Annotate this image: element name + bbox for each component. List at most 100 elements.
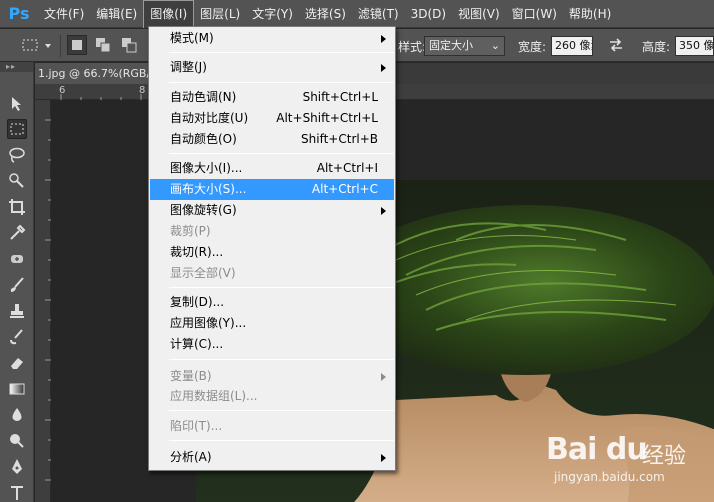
baidu-jingyan-watermark: Bai du 经验 jingyan.baidu.com	[546, 428, 712, 498]
menu-help[interactable]: 帮助(H)	[563, 0, 617, 28]
height-input[interactable]: 350 像素	[675, 36, 714, 56]
menu-item-shortcut: Alt+Shift+Ctrl+L	[276, 111, 378, 125]
menu-item-reveal-all[interactable]: 显示全部(V)	[150, 263, 394, 284]
chevron-down-icon: ⌄	[490, 39, 500, 52]
menu-item-duplicate[interactable]: 复制(D)...	[150, 292, 394, 313]
menu-3d[interactable]: 3D(D)	[405, 0, 452, 28]
photoshop-logo: Ps	[8, 4, 30, 23]
preset-dropdown-icon[interactable]	[42, 35, 54, 55]
rectangular-marquee-icon[interactable]	[7, 119, 27, 139]
menu-separator	[169, 440, 394, 441]
menu-items: 文件(F) 编辑(E) 图像(I) 图层(L) 文字(Y) 选择(S) 滤镜(T…	[38, 0, 617, 28]
vertical-ruler	[35, 100, 51, 502]
menu-item-auto-contrast[interactable]: 自动对比度(U) Alt+Shift+Ctrl+L	[150, 108, 394, 129]
blur-tool-icon[interactable]	[7, 405, 27, 425]
menu-item-shortcut: Shift+Ctrl+L	[302, 90, 378, 104]
menu-file[interactable]: 文件(F)	[38, 0, 90, 28]
menu-item-auto-color[interactable]: 自动颜色(O) Shift+Ctrl+B	[150, 129, 394, 150]
menu-item-label: 复制(D)...	[170, 295, 225, 309]
menu-separator	[169, 410, 394, 411]
style-select-value: 固定大小	[429, 39, 473, 52]
menu-item-label: 陷印(T)...	[170, 419, 223, 433]
menu-item-label: 显示全部(V)	[170, 266, 236, 280]
menu-item-mode[interactable]: 模式(M)	[150, 28, 394, 49]
style-label: 样式:	[398, 40, 427, 54]
photoshop-window: Ps 文件(F) 编辑(E) 图像(I) 图层(L) 文字(Y) 选择(S) 滤…	[0, 0, 714, 502]
document-tab[interactable]: 1.jpg @ 66.7%(RGB/8	[35, 63, 149, 84]
menu-item-trim[interactable]: 裁切(R)...	[150, 242, 394, 263]
menu-item-label: 调整(J)	[170, 60, 207, 74]
menu-item-label: 图像旋转(G)	[170, 203, 237, 217]
menu-item-image-rotation[interactable]: 图像旋转(G)	[150, 200, 394, 221]
subtract-selection-icon[interactable]	[119, 35, 139, 55]
menu-item-label: 自动对比度(U)	[170, 111, 249, 125]
submenu-arrow-icon	[381, 454, 386, 462]
menu-item-label: 图像大小(I)...	[170, 161, 243, 175]
eraser-tool-icon[interactable]	[7, 353, 27, 373]
submenu-arrow-icon	[381, 64, 386, 72]
menu-item-shortcut: Alt+Ctrl+I	[316, 161, 378, 175]
history-brush-icon[interactable]	[7, 327, 27, 347]
watermark-logo: Bai du	[546, 432, 648, 467]
clone-stamp-icon[interactable]	[7, 301, 27, 321]
menu-edit[interactable]: 编辑(E)	[90, 0, 143, 28]
menu-item-label: 分析(A)	[170, 450, 212, 464]
menu-item-label: 应用图像(Y)...	[170, 316, 247, 330]
menu-item-label: 模式(M)	[170, 31, 214, 45]
menu-item-apply-image[interactable]: 应用图像(Y)...	[150, 313, 394, 334]
menu-item-label: 裁切(R)...	[170, 245, 224, 259]
menu-item-label: 应用数据组(L)...	[170, 389, 258, 403]
menu-item-variables[interactable]: 变量(B)	[150, 366, 394, 387]
pen-tool-icon[interactable]	[7, 457, 27, 477]
menu-filter[interactable]: 滤镜(T)	[352, 0, 405, 28]
menu-separator	[169, 359, 394, 360]
menu-select[interactable]: 选择(S)	[299, 0, 352, 28]
move-tool-icon[interactable]	[7, 94, 27, 114]
menu-item-crop[interactable]: 裁剪(P)	[150, 221, 394, 242]
menu-separator	[169, 153, 394, 154]
menu-item-adjust[interactable]: 调整(J)	[150, 57, 394, 78]
quick-selection-icon[interactable]	[7, 171, 27, 191]
add-selection-icon[interactable]	[93, 35, 113, 55]
crop-tool-icon[interactable]	[7, 197, 27, 217]
submenu-arrow-icon	[381, 207, 386, 215]
image-menu-dropdown: 模式(M) 调整(J) 自动色调(N) Shift+Ctrl+L 自动对比度(U…	[148, 26, 396, 471]
menu-image[interactable]: 图像(I)	[143, 0, 195, 28]
healing-brush-icon[interactable]	[7, 249, 27, 269]
menu-item-apply-data-set[interactable]: 应用数据组(L)...	[150, 386, 394, 407]
eyedropper-icon[interactable]	[7, 223, 27, 243]
menu-item-image-size[interactable]: 图像大小(I)... Alt+Ctrl+I	[150, 158, 394, 179]
new-selection-icon[interactable]	[67, 35, 87, 55]
menu-window[interactable]: 窗口(W)	[506, 0, 563, 28]
marquee-preset-icon[interactable]	[20, 35, 40, 55]
ruler-number: 6	[59, 85, 66, 96]
submenu-arrow-icon	[381, 373, 386, 381]
gradient-tool-icon[interactable]	[7, 379, 27, 399]
menu-separator	[169, 52, 394, 53]
menu-item-calculations[interactable]: 计算(C)...	[150, 334, 394, 355]
dodge-tool-icon[interactable]	[7, 431, 27, 451]
brush-tool-icon[interactable]	[7, 275, 27, 295]
lasso-tool-icon[interactable]	[7, 145, 27, 165]
height-label: 高度:	[642, 40, 671, 54]
menu-item-auto-tone[interactable]: 自动色调(N) Shift+Ctrl+L	[150, 87, 394, 108]
menu-view[interactable]: 视图(V)	[452, 0, 506, 28]
menu-item-label: 画布大小(S)...	[170, 182, 247, 196]
ruler-number: 8	[139, 85, 146, 96]
menu-item-canvas-size[interactable]: 画布大小(S)... Alt+Ctrl+C	[150, 179, 394, 200]
style-select[interactable]: 固定大小 ⌄	[424, 36, 505, 56]
menu-layer[interactable]: 图层(L)	[194, 0, 246, 28]
menu-item-label: 计算(C)...	[170, 337, 224, 351]
tools-panel-header[interactable]: ▸▸	[0, 62, 33, 72]
width-input[interactable]: 260 像素	[551, 36, 593, 56]
menu-item-trap[interactable]: 陷印(T)...	[150, 416, 394, 437]
menu-item-analysis[interactable]: 分析(A)	[150, 447, 394, 468]
menu-item-shortcut: Shift+Ctrl+B	[301, 132, 378, 146]
menu-type[interactable]: 文字(Y)	[246, 0, 299, 28]
options-separator	[60, 35, 61, 57]
type-tool-icon[interactable]	[7, 483, 27, 502]
menu-item-label: 变量(B)	[170, 369, 212, 383]
width-label: 宽度:	[518, 40, 547, 54]
menu-item-shortcut: Alt+Ctrl+C	[311, 182, 378, 196]
swap-arrows-icon[interactable]	[606, 35, 626, 55]
